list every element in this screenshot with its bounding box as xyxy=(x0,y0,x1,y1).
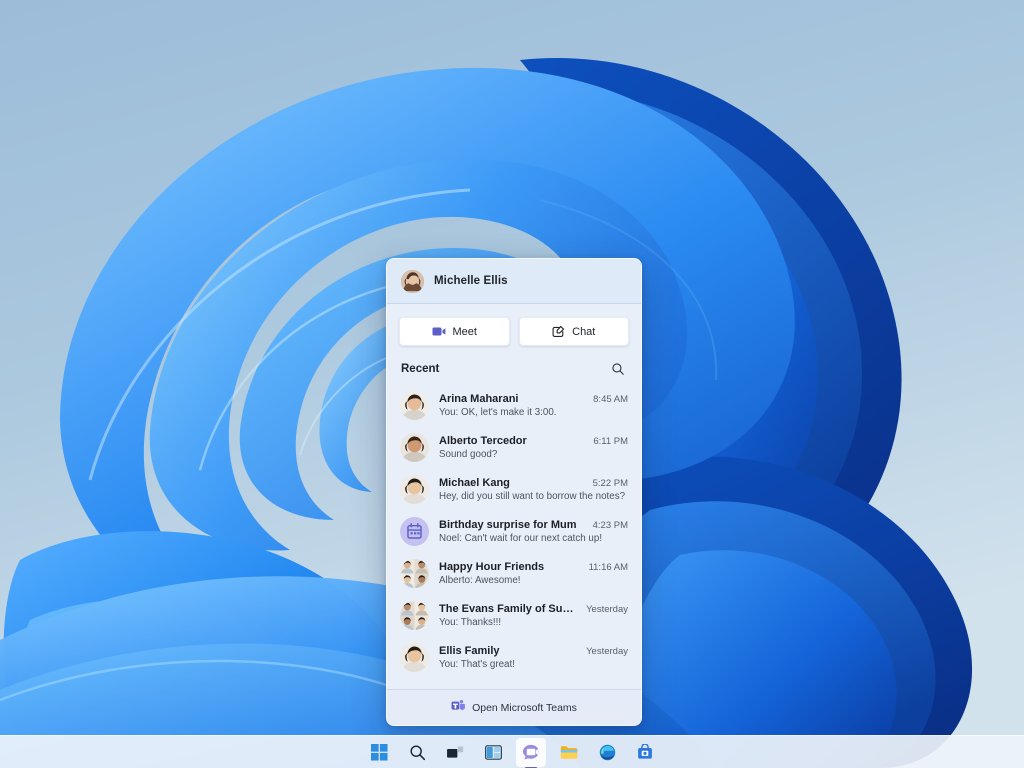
chat-item-body: Ellis Family Yesterday You: That's great… xyxy=(439,645,628,670)
user-avatar[interactable] xyxy=(401,269,424,293)
chat-item-title: The Evans Family of Supers xyxy=(439,602,581,615)
chat-item-time: Yesterday xyxy=(586,603,628,615)
calendar-group-icon xyxy=(400,516,429,546)
chat-item-body: Happy Hour Friends 11:16 AM Alberto: Awe… xyxy=(439,561,628,586)
chat-panel-header: Michelle Ellis xyxy=(387,259,641,304)
avatar-ellis-family xyxy=(400,642,429,672)
chat-item-title: Alberto Tercedor xyxy=(439,434,527,447)
user-name: Michelle Ellis xyxy=(434,275,508,287)
microsoft-store-icon xyxy=(637,744,653,760)
microsoft-teams-icon xyxy=(451,699,465,717)
chat-item-time: 4:23 PM xyxy=(592,519,628,531)
meet-button[interactable]: Meet xyxy=(399,317,510,346)
chat-item-time: 6:11 PM xyxy=(593,435,628,447)
chat-button-label: Chat xyxy=(572,325,596,338)
chat-list-item[interactable]: The Evans Family of Supers Yesterday You… xyxy=(387,594,641,636)
file-explorer-button[interactable] xyxy=(554,738,584,767)
compose-message-icon xyxy=(552,325,565,338)
chat-list-item[interactable]: Arina Maharani 8:45 AM You: OK, let's ma… xyxy=(387,384,641,426)
avatar-alberto-tercedor xyxy=(400,432,429,462)
chat-item-time: 8:45 AM xyxy=(593,393,628,405)
chat-item-preview: You: That's great! xyxy=(439,658,515,670)
chat-button[interactable] xyxy=(516,737,546,767)
widgets-button[interactable] xyxy=(478,738,508,767)
chat-button[interactable]: Chat xyxy=(518,317,629,346)
search-icon xyxy=(409,744,426,761)
meet-button-label: Meet xyxy=(452,325,477,338)
teams-chat-flyout: Michelle Ellis Meet Chat Recent Arina Ma… xyxy=(386,258,642,726)
chat-item-preview: You: Thanks!!! xyxy=(439,616,502,628)
chat-item-title: Happy Hour Friends xyxy=(439,560,545,573)
chat-item-preview: Hey, did you still want to borrow the no… xyxy=(439,490,626,502)
recent-label: Recent xyxy=(401,363,440,375)
widgets-icon xyxy=(484,744,502,760)
chat-list-item[interactable]: Birthday surprise for Mum 4:23 PM Noel: … xyxy=(387,510,641,552)
chat-teams-icon xyxy=(522,744,540,760)
chat-item-body: The Evans Family of Supers Yesterday You… xyxy=(439,603,628,628)
microsoft-store-button[interactable] xyxy=(630,738,660,767)
chat-item-time: 5:22 PM xyxy=(592,477,628,489)
chat-list-item[interactable]: Ellis Family Yesterday You: That's great… xyxy=(387,636,641,678)
recent-chat-list: Arina Maharani 8:45 AM You: OK, let's ma… xyxy=(387,384,641,682)
open-microsoft-teams-button[interactable]: Open Microsoft Teams xyxy=(387,689,641,725)
avatar-happy-hour-friends xyxy=(400,558,429,588)
chat-item-time: 11:16 AM xyxy=(588,561,628,573)
chat-item-title: Birthday surprise for Mum xyxy=(439,518,577,531)
microsoft-edge-icon xyxy=(599,744,616,761)
task-view-icon xyxy=(446,745,464,760)
avatar-michael-kang xyxy=(400,474,429,504)
avatar-evans-family xyxy=(400,600,429,630)
open-teams-label: Open Microsoft Teams xyxy=(472,701,577,714)
recent-header: Recent xyxy=(387,358,641,384)
search-icon[interactable] xyxy=(609,360,627,378)
edge-button[interactable] xyxy=(592,738,622,767)
chat-item-body: Arina Maharani 8:45 AM You: OK, let's ma… xyxy=(439,393,628,418)
search-button[interactable] xyxy=(402,738,432,767)
quick-actions: Meet Chat xyxy=(387,304,641,358)
chat-item-preview: Alberto: Awesome! xyxy=(439,574,521,586)
chat-list-item[interactable]: Alberto Tercedor 6:11 PM Sound good? xyxy=(387,426,641,468)
chat-item-body: Alberto Tercedor 6:11 PM Sound good? xyxy=(439,435,628,460)
chat-item-title: Arina Maharani xyxy=(439,392,519,405)
video-camera-icon xyxy=(432,326,446,337)
windows-start-icon xyxy=(370,743,388,761)
start-button[interactable] xyxy=(364,738,394,767)
chat-item-preview: Sound good? xyxy=(439,448,498,460)
chat-item-title: Michael Kang xyxy=(439,476,510,489)
desktop: Michelle Ellis Meet Chat Recent Arina Ma… xyxy=(0,0,1024,768)
chat-item-preview: You: OK, let's make it 3:00. xyxy=(439,406,557,418)
chat-item-body: Michael Kang 5:22 PM Hey, did you still … xyxy=(439,477,628,502)
chat-item-body: Birthday surprise for Mum 4:23 PM Noel: … xyxy=(439,519,628,544)
chat-list-item[interactable]: Michael Kang 5:22 PM Hey, did you still … xyxy=(387,468,641,510)
chat-item-title: Ellis Family xyxy=(439,644,500,657)
chat-item-preview: Noel: Can't wait for our next catch up! xyxy=(439,532,603,544)
chat-list-item[interactable]: Happy Hour Friends 11:16 AM Alberto: Awe… xyxy=(387,552,641,594)
taskbar xyxy=(0,735,1024,768)
file-explorer-icon xyxy=(560,745,578,760)
avatar-arina-maharani xyxy=(400,390,429,420)
chat-item-time: Yesterday xyxy=(586,645,628,657)
task-view-button[interactable] xyxy=(440,738,470,767)
